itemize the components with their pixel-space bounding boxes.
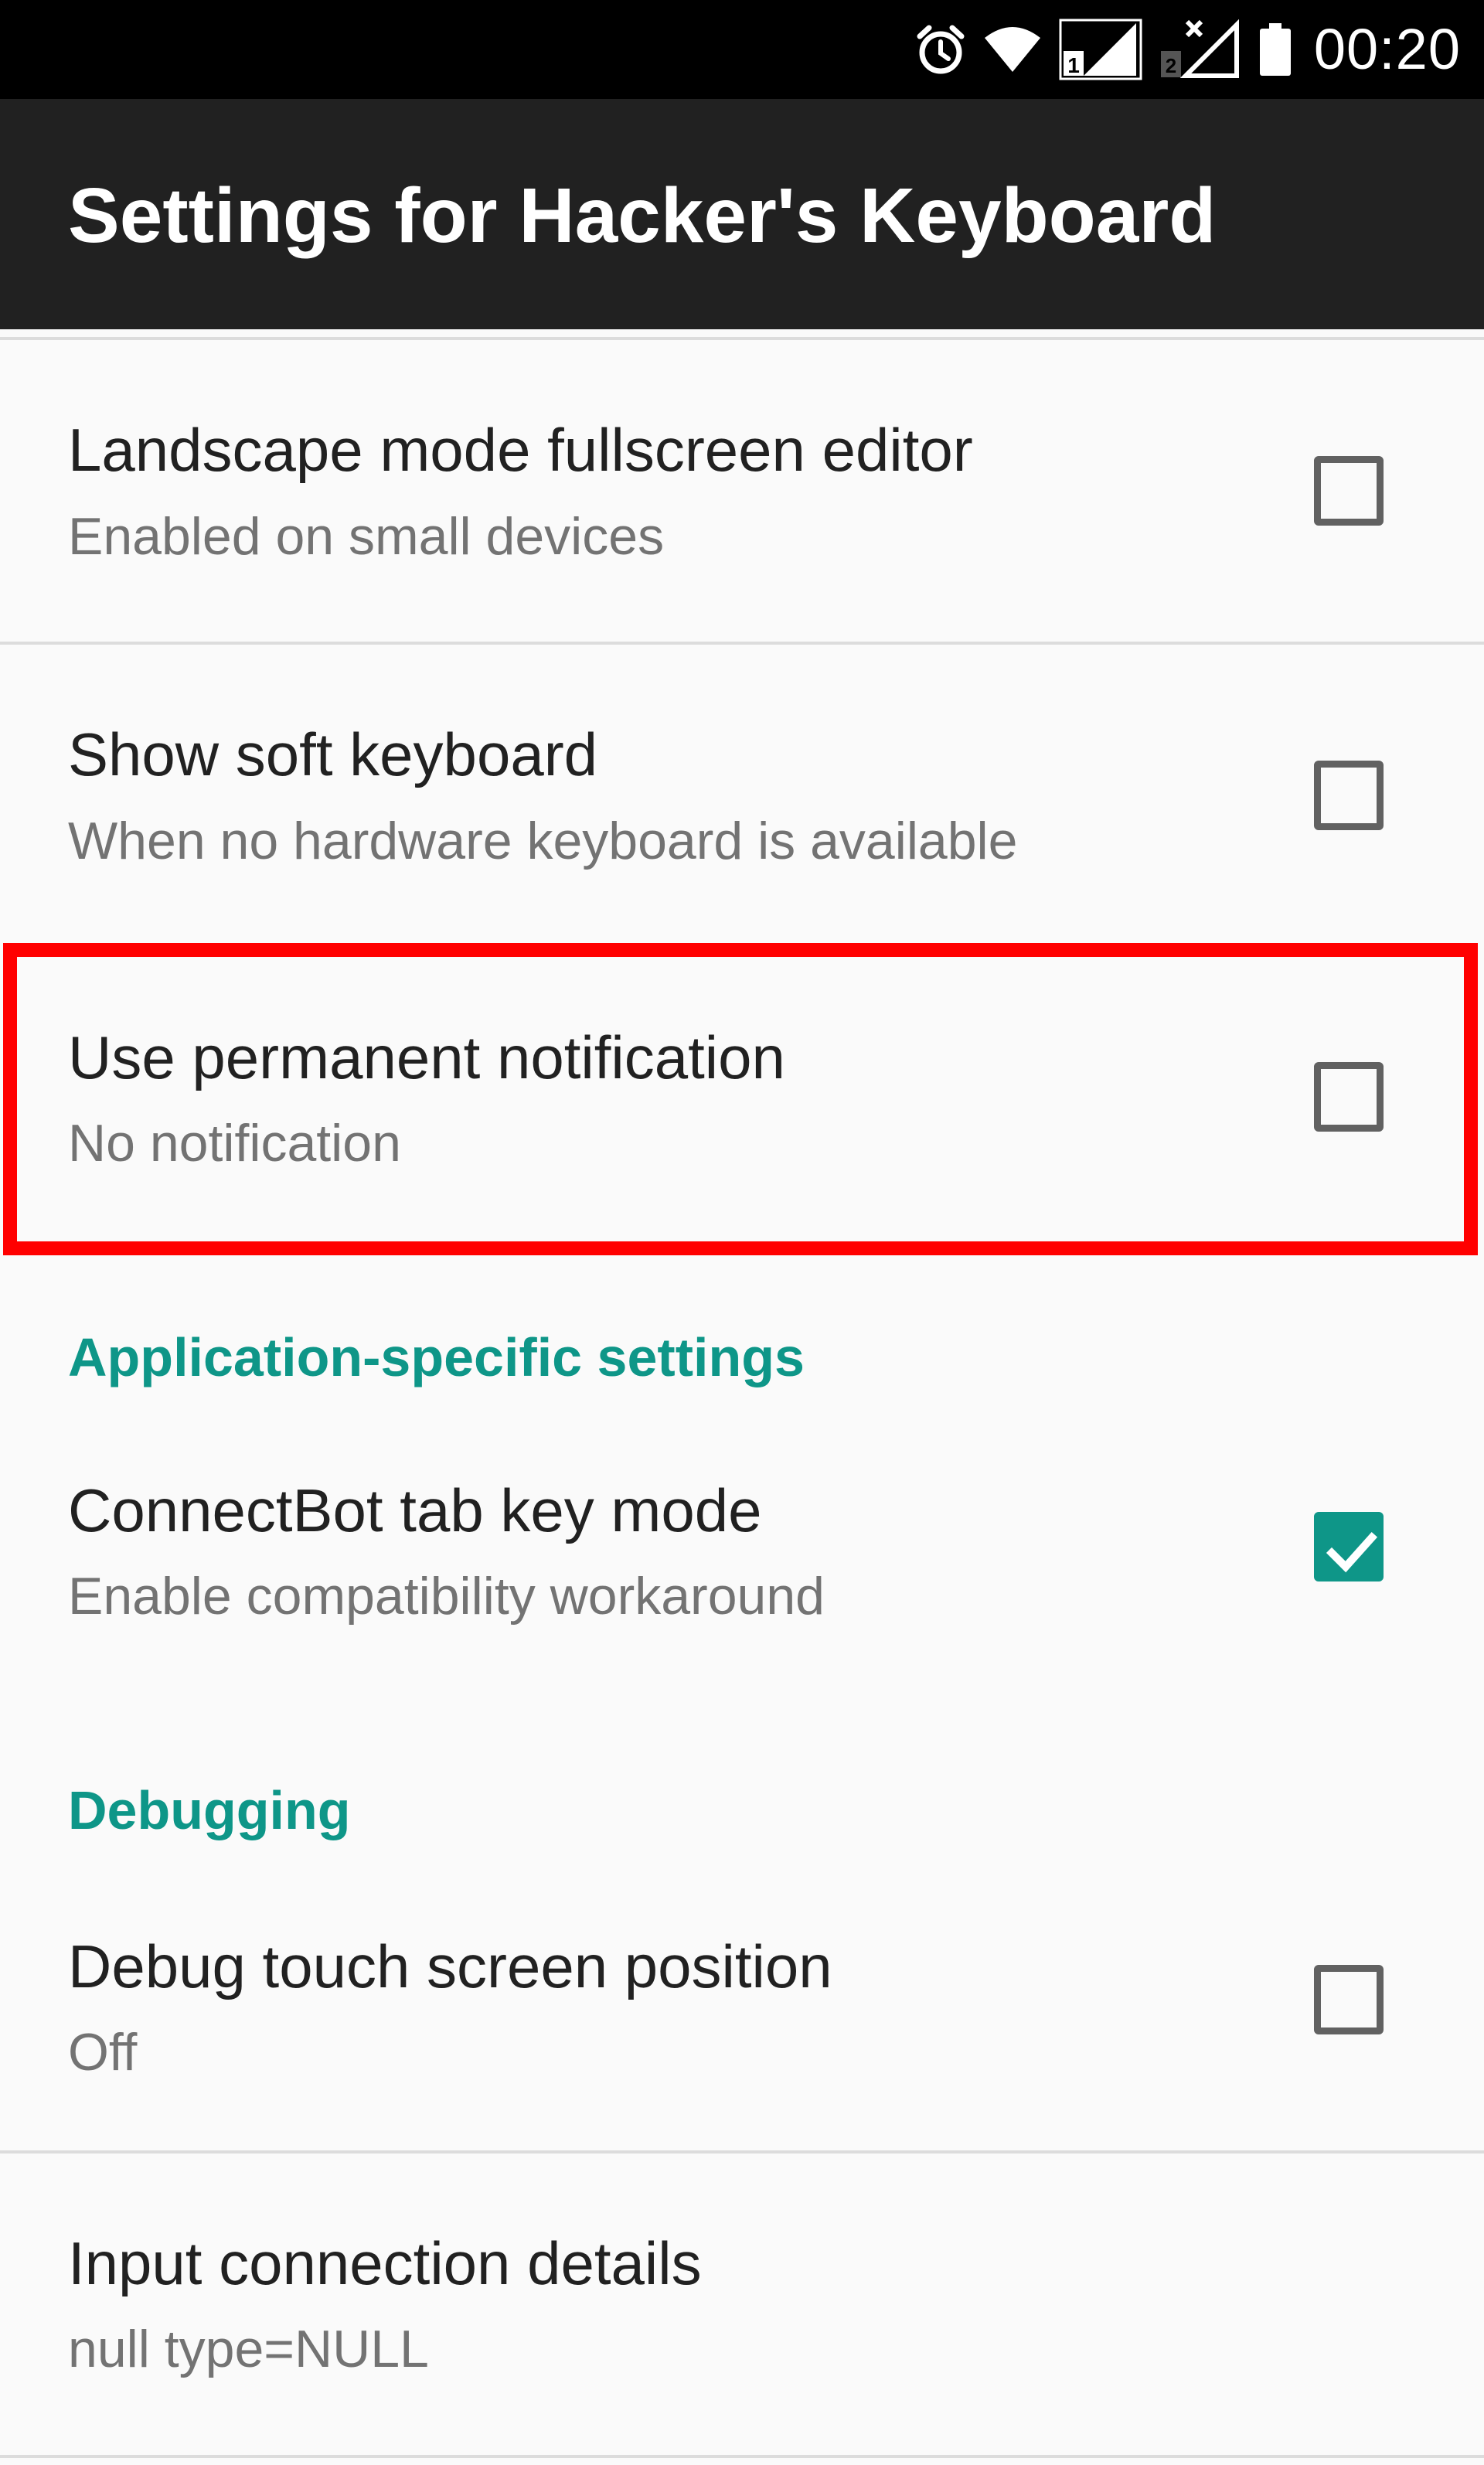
pref-title: Debug touch screen position [68, 1932, 832, 2000]
app-bar: Settings for Hacker's Keyboard [0, 99, 1484, 329]
pref-show-soft-keyboard[interactable]: Show soft keyboard When no hardware keyb… [0, 645, 1484, 946]
pref-debug-touch[interactable]: Debug touch screen position Off [0, 1855, 1484, 2149]
svg-text:2: 2 [1166, 54, 1176, 77]
signal-sim2-no-service-icon: 2 [1159, 19, 1241, 80]
divider [0, 2455, 1484, 2458]
svg-text:1: 1 [1067, 53, 1080, 77]
pref-summary: null type=NULL [68, 2320, 429, 2378]
pref-title: Landscape mode fullscreen editor [68, 416, 973, 484]
pref-title: Show soft keyboard [68, 720, 598, 788]
debug-touch-checkbox[interactable] [1314, 1965, 1384, 2034]
landscape-fullscreen-checkbox[interactable] [1314, 456, 1384, 526]
pref-connectbot-tab[interactable]: ConnectBot tab key mode Enable compatibi… [0, 1415, 1484, 1701]
pref-title: Use permanent notification [68, 1023, 785, 1091]
permanent-notification-checkbox[interactable] [1314, 1062, 1384, 1132]
pref-permanent-notification[interactable]: Use permanent notification No notificati… [0, 946, 1484, 1252]
alarm-icon [915, 22, 966, 77]
category-header-debugging: Debugging [68, 1780, 351, 1840]
battery-icon [1258, 22, 1292, 77]
pref-summary: Off [68, 2023, 138, 2082]
category-header-app-specific: Application-specific settings [68, 1327, 805, 1387]
show-soft-keyboard-checkbox[interactable] [1314, 761, 1384, 830]
signal-sim1-icon: 1 [1059, 19, 1142, 80]
checkmark-icon [1326, 1531, 1378, 1573]
page-title: Settings for Hacker's Keyboard [68, 172, 1217, 259]
status-icons: 1 2 00:20 [915, 0, 1461, 99]
pref-summary: When no hardware keyboard is available [68, 812, 1018, 870]
pref-summary: No notification [68, 1114, 401, 1173]
connectbot-tab-checkbox[interactable] [1314, 1512, 1384, 1581]
pref-landscape-fullscreen[interactable]: Landscape mode fullscreen editor Enabled… [0, 340, 1484, 642]
pref-summary: Enable compatibility workaround [68, 1567, 825, 1626]
status-time: 00:20 [1313, 17, 1461, 81]
pref-title: Input connection details [68, 2229, 702, 2297]
wifi-icon [983, 26, 1042, 73]
status-bar: 1 2 00:20 [0, 0, 1484, 99]
pref-input-connection[interactable]: Input connection details null type=NULL [0, 2153, 1484, 2455]
pref-title: ConnectBot tab key mode [68, 1476, 762, 1544]
pref-summary: Enabled on small devices [68, 507, 665, 566]
